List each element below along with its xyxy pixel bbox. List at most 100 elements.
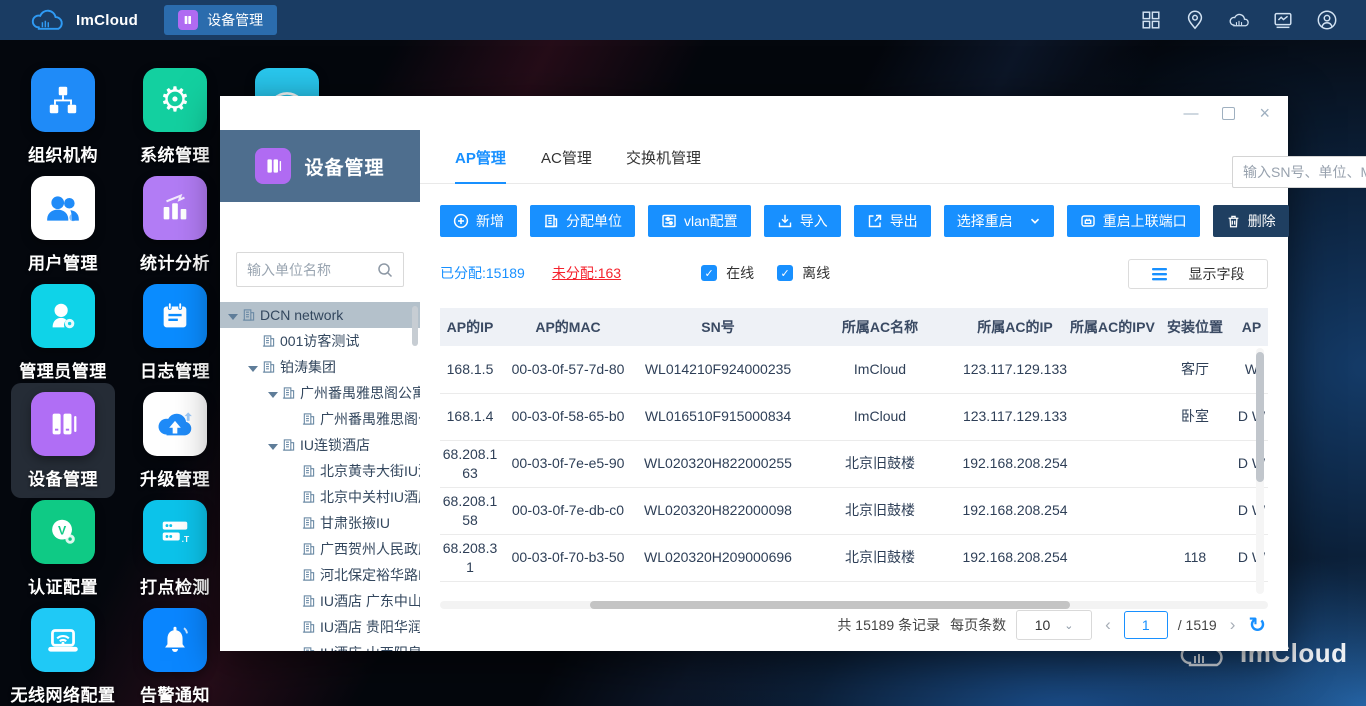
tree-item[interactable]: 甘肃张掖IU <box>220 510 420 536</box>
app-tile[interactable]: 管理员管理 <box>0 284 127 382</box>
unit-search-input[interactable] <box>247 261 367 278</box>
admin-icon <box>31 284 95 348</box>
prev-page-button[interactable]: ‹ <box>1102 615 1114 635</box>
search-icon[interactable] <box>377 262 393 278</box>
apps-grid-icon[interactable] <box>1140 9 1162 31</box>
topbar: ImCloud 设备管理 <box>0 0 1366 40</box>
topbar-active-app-tab[interactable]: 设备管理 <box>164 5 278 35</box>
probe-icon: .T <box>143 500 207 564</box>
page-size-select[interactable]: 10 ⌄ <box>1016 610 1093 640</box>
user-icon[interactable] <box>1316 9 1338 31</box>
table-column-header[interactable]: AP <box>1235 308 1268 346</box>
toolbar-button-label: 分配单位 <box>566 213 622 229</box>
table-column-header[interactable]: SN号 <box>636 308 800 346</box>
tree-item[interactable]: IU酒店 广东中山 <box>220 588 420 614</box>
table-cell <box>800 581 960 597</box>
tree-item[interactable]: IU酒店 山西阳泉 <box>220 640 420 651</box>
table-row[interactable]: 68.208.31 00-03-0f-70-b3-50 WL020320H20900… <box>440 534 1268 582</box>
tree-scrollbar-thumb[interactable] <box>412 306 418 346</box>
table-cell: 192.168.208.254 <box>960 487 1070 535</box>
svg-text:.T: .T <box>182 534 190 544</box>
tree-item-label: 河北保定裕华路IU <box>320 567 420 583</box>
tab-switch-management[interactable]: 交换机管理 <box>626 136 701 184</box>
toolbar-button[interactable]: 导入 <box>763 205 841 237</box>
tree-item[interactable]: 广州番禺雅思阁公 <box>220 406 420 432</box>
tree-item-label: 广州番禺雅思阁公 <box>320 411 420 427</box>
toolbar-button-label: 删除 <box>1247 213 1276 229</box>
maximize-icon[interactable] <box>1222 106 1236 120</box>
table-row[interactable]: 168.1.5 00-03-0f-57-7d-80 WL014210F9240002… <box>440 346 1268 394</box>
close-icon[interactable]: × <box>1259 104 1270 122</box>
total-pages: / 1519 <box>1177 617 1217 633</box>
tree-item[interactable]: 北京中关村IU酒店 <box>220 484 420 510</box>
table-row[interactable]: 68.208.163 00-03-0f-7e-e5-90 WL020320H8220… <box>440 440 1268 488</box>
display-fields-button[interactable]: 显示字段 <box>1128 259 1268 289</box>
tree-item[interactable]: IU连锁酒店 <box>220 432 420 458</box>
tree-item-label: 广州番禺雅思阁公寓 <box>300 385 420 401</box>
caret-down-icon[interactable] <box>248 365 258 372</box>
table-row[interactable]: 68.208.158 00-03-0f-7e-db-c0 WL020320H8220… <box>440 487 1268 535</box>
toolbar-button[interactable]: vlan配置 <box>648 205 751 237</box>
caret-down-icon[interactable] <box>268 391 278 398</box>
app-tile[interactable]: 无线网络配置 <box>0 608 127 706</box>
tree-item-label: IU酒店 山西阳泉 <box>320 643 420 651</box>
app-tile[interactable]: 组织机构 <box>0 68 127 166</box>
tree-item[interactable]: DCN network <box>220 302 420 328</box>
table-column-header[interactable]: 所属AC名称 <box>800 308 960 346</box>
tree-item-label: 广西贺州人民政府 <box>320 541 420 557</box>
app-tile[interactable]: 用户管理 <box>0 176 127 274</box>
app-label: 设备管理 <box>28 470 98 489</box>
table-column-header[interactable]: 所属AC的IP <box>960 308 1070 346</box>
table-column-header[interactable]: 安装位置 <box>1155 308 1235 346</box>
location-icon[interactable] <box>1184 9 1206 31</box>
online-label: 在线 <box>726 265 755 281</box>
building-icon <box>282 438 295 452</box>
tree-item[interactable]: 北京黄寺大街IU酒 <box>220 458 420 484</box>
unassigned-count-link[interactable]: 未分配:163 <box>552 263 621 283</box>
tree-item[interactable]: 铂涛集团 <box>220 354 420 380</box>
tree-item[interactable]: 001访客测试 <box>220 328 420 354</box>
tree-item[interactable]: 广州番禺雅思阁公寓 <box>220 380 420 406</box>
table-row[interactable]: 168.1.4 00-03-0f-58-65-b0 WL016510F9150008… <box>440 393 1268 441</box>
table-cell: 北京旧鼓楼 <box>800 534 960 582</box>
toolbar-button[interactable]: 重启上联端口 <box>1066 205 1200 237</box>
app-tile[interactable]: 设备管理 <box>0 383 127 498</box>
minimize-icon[interactable]: — <box>1183 106 1198 121</box>
app-tile[interactable]: V 认证配置 <box>0 500 127 598</box>
table-column-header[interactable]: AP的IP <box>440 308 500 346</box>
building-icon <box>302 412 315 426</box>
table-cell: 68.208.31 <box>440 534 500 582</box>
table-column-header[interactable]: 所属AC的IPV6 <box>1070 308 1155 346</box>
monitor-icon[interactable] <box>1272 9 1294 31</box>
offline-checkbox[interactable]: ✓ <box>777 265 794 281</box>
cloud-icon[interactable] <box>1228 9 1250 31</box>
table-row[interactable]: 68.208.200-03-0f-70-b3-9 192.168.208.2 <box>440 581 1268 597</box>
toolbar-button[interactable]: 新增 <box>440 205 517 237</box>
trash-icon <box>1226 214 1241 229</box>
toolbar-button[interactable]: 选择重启 <box>943 205 1054 237</box>
tree-item[interactable]: 广西贺州人民政府 <box>220 536 420 562</box>
toolbar-button[interactable]: 分配单位 <box>530 205 635 237</box>
toolbar-button-label: 导出 <box>889 213 918 229</box>
offline-label: 离线 <box>802 265 831 281</box>
page-number-input[interactable] <box>1123 611 1168 639</box>
online-checkbox[interactable]: ✓ <box>701 265 718 281</box>
gear-icon: ⚙ <box>143 68 207 132</box>
assigned-count: 已分配:15189 <box>440 265 525 281</box>
sn-search-input[interactable] <box>1243 164 1366 180</box>
tab-ap-management[interactable]: AP管理 <box>455 136 506 184</box>
tree-item[interactable]: 河北保定裕华路IU <box>220 562 420 588</box>
caret-down-icon[interactable] <box>268 443 278 450</box>
tree-item[interactable]: IU酒店 贵阳华润 <box>220 614 420 640</box>
vertical-scrollbar[interactable] <box>1256 348 1264 594</box>
toolbar-button[interactable]: 删除 <box>1212 205 1289 237</box>
table-cell: 192.168.208.254 <box>960 440 1070 488</box>
table-column-header[interactable]: AP的MAC <box>500 308 636 346</box>
vertical-scrollbar-thumb[interactable] <box>1256 352 1264 482</box>
toolbar-button[interactable]: 导出 <box>853 205 931 237</box>
next-page-button[interactable]: › <box>1227 615 1239 635</box>
tab-ac-management[interactable]: AC管理 <box>541 136 592 184</box>
caret-down-icon[interactable] <box>228 313 238 320</box>
building-icon <box>302 620 315 634</box>
refresh-icon[interactable]: ↻ <box>1248 613 1266 638</box>
